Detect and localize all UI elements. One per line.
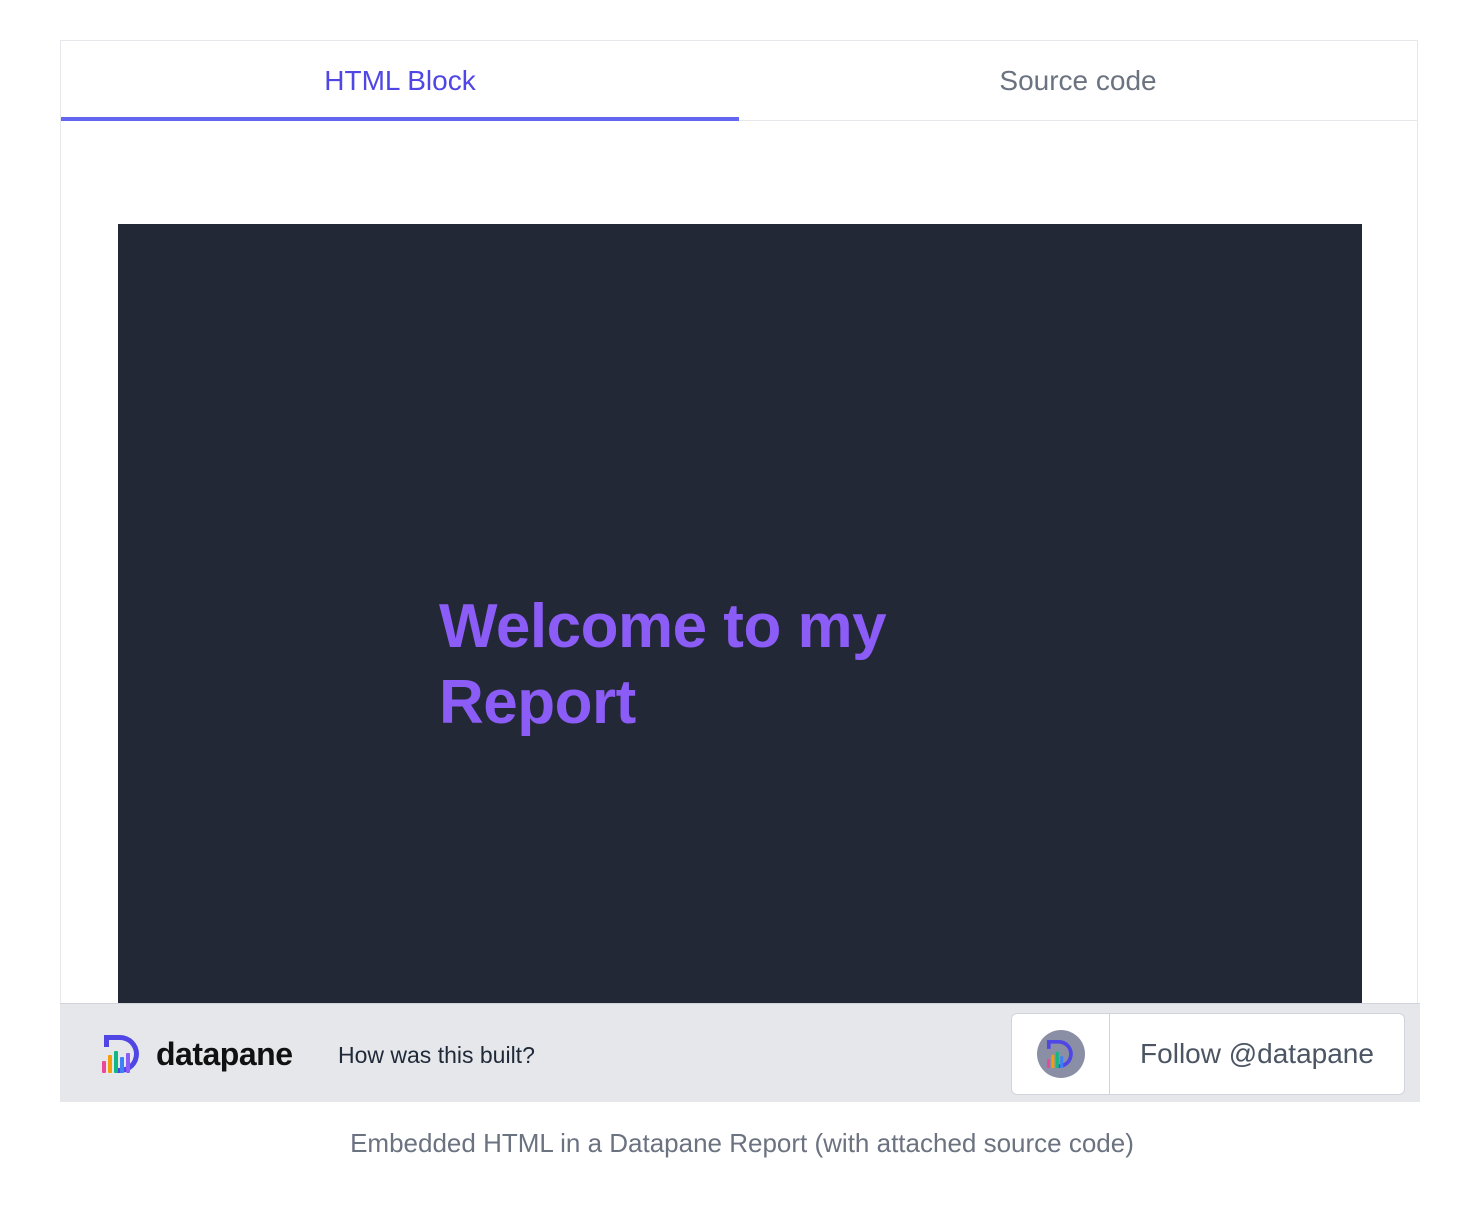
html-block-content: Welcome to my Report xyxy=(118,224,1362,1004)
tab-bar: HTML Block Source code xyxy=(61,41,1417,121)
datapane-footer: datapane How was this built? Follow @dat… xyxy=(60,1003,1420,1102)
datapane-avatar-icon xyxy=(1046,1039,1073,1069)
datapane-wordmark: datapane xyxy=(156,1035,293,1072)
follow-label: Follow @datapane xyxy=(1140,1038,1374,1069)
how-was-this-built-link[interactable]: How was this built? xyxy=(338,1042,535,1069)
welcome-heading: Welcome to my Report xyxy=(439,592,887,737)
tab-html-block[interactable]: HTML Block xyxy=(61,41,739,121)
tab-source-code[interactable]: Source code xyxy=(739,41,1417,120)
follow-datapane-button[interactable]: Follow @datapane xyxy=(1011,1013,1405,1095)
report-frame: HTML Block Source code Welcome to my Rep… xyxy=(60,40,1418,1102)
avatar xyxy=(1036,1030,1085,1078)
follow-avatar-section xyxy=(1012,1014,1110,1094)
datapane-logo[interactable]: datapane xyxy=(100,1030,293,1078)
datapane-logo-icon xyxy=(102,1035,139,1073)
figure-caption: Embedded HTML in a Datapane Report (with… xyxy=(350,1128,1134,1158)
